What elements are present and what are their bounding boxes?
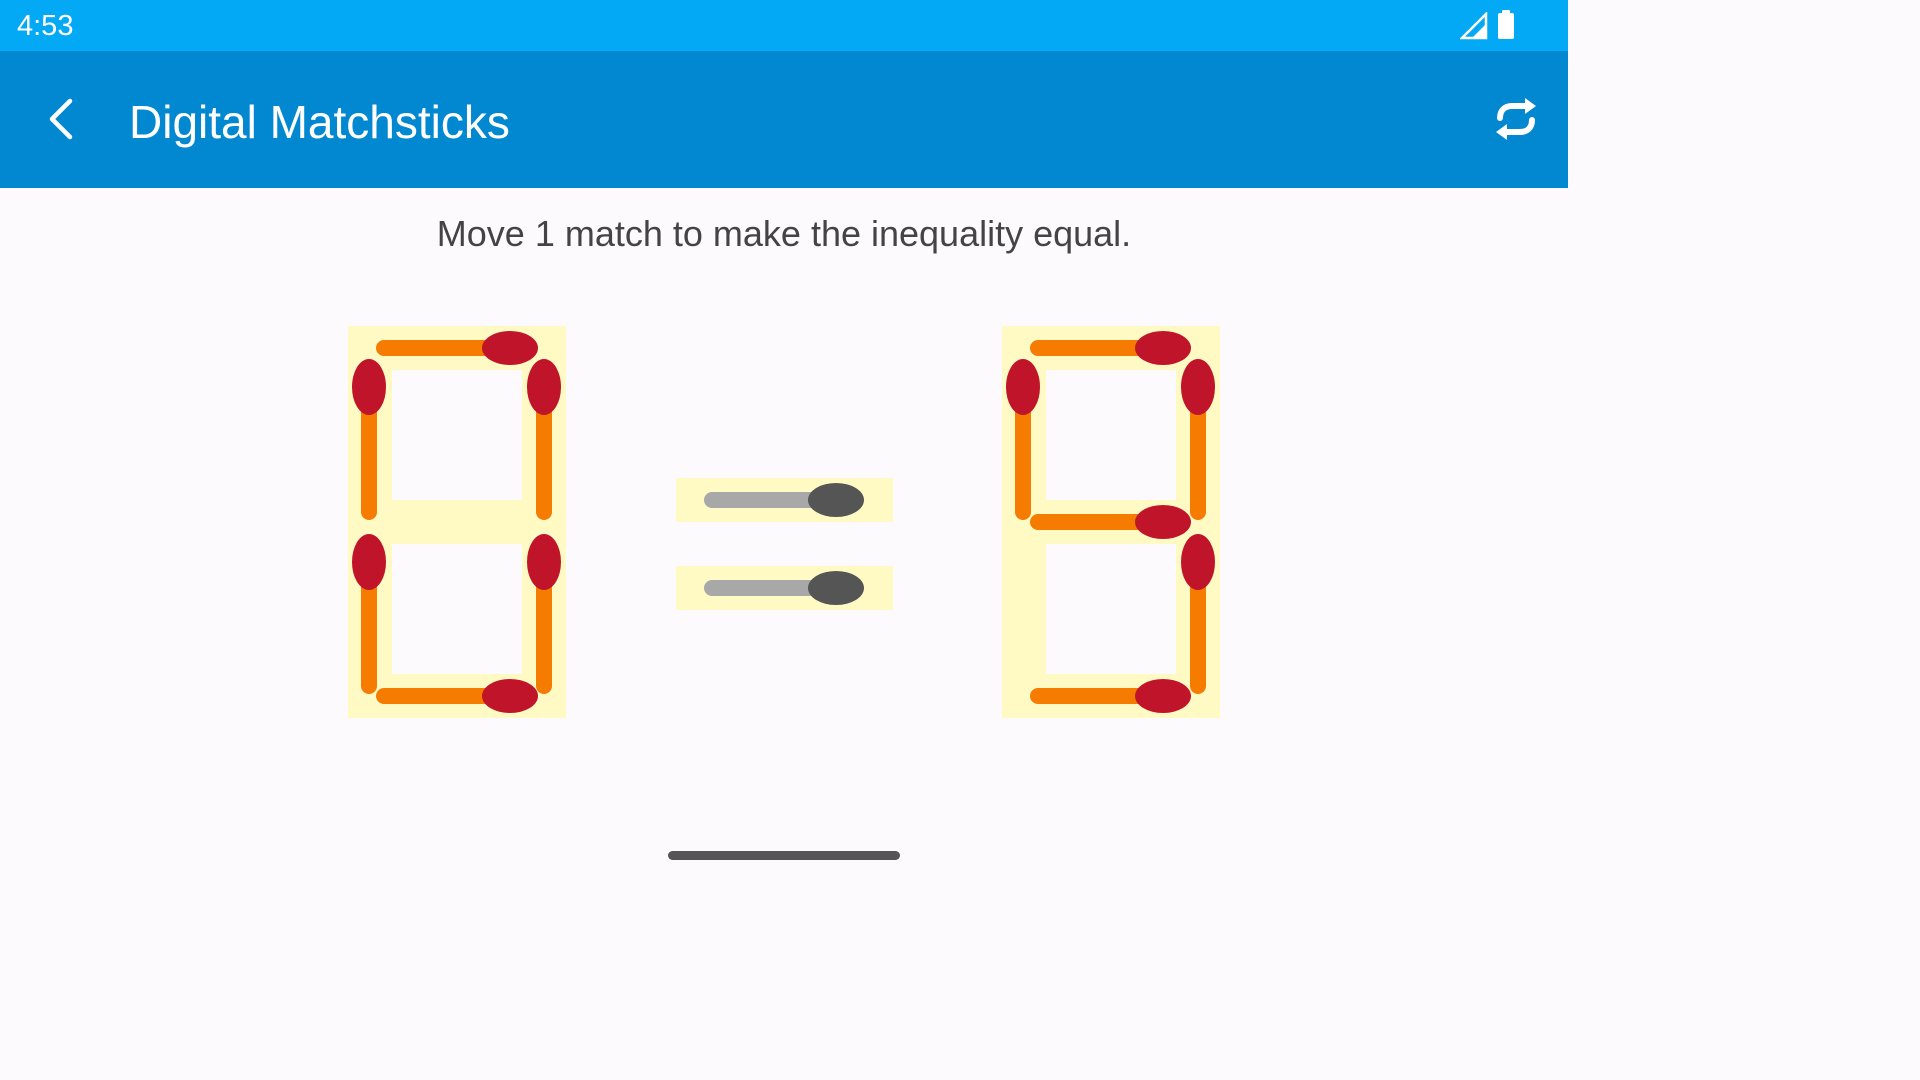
right-digit-upper-gap: [1046, 370, 1176, 500]
right-digit-lower-gap: [1046, 544, 1176, 674]
left-digit-8: [348, 326, 566, 718]
home-indicator[interactable]: [668, 851, 900, 860]
right-digit-9: [1002, 326, 1220, 718]
left-digit-upper-gap: [392, 370, 522, 500]
matchstick-puzzle: [348, 326, 1220, 718]
equals-operator: [676, 478, 893, 610]
left-digit-lower-gap: [392, 544, 522, 674]
